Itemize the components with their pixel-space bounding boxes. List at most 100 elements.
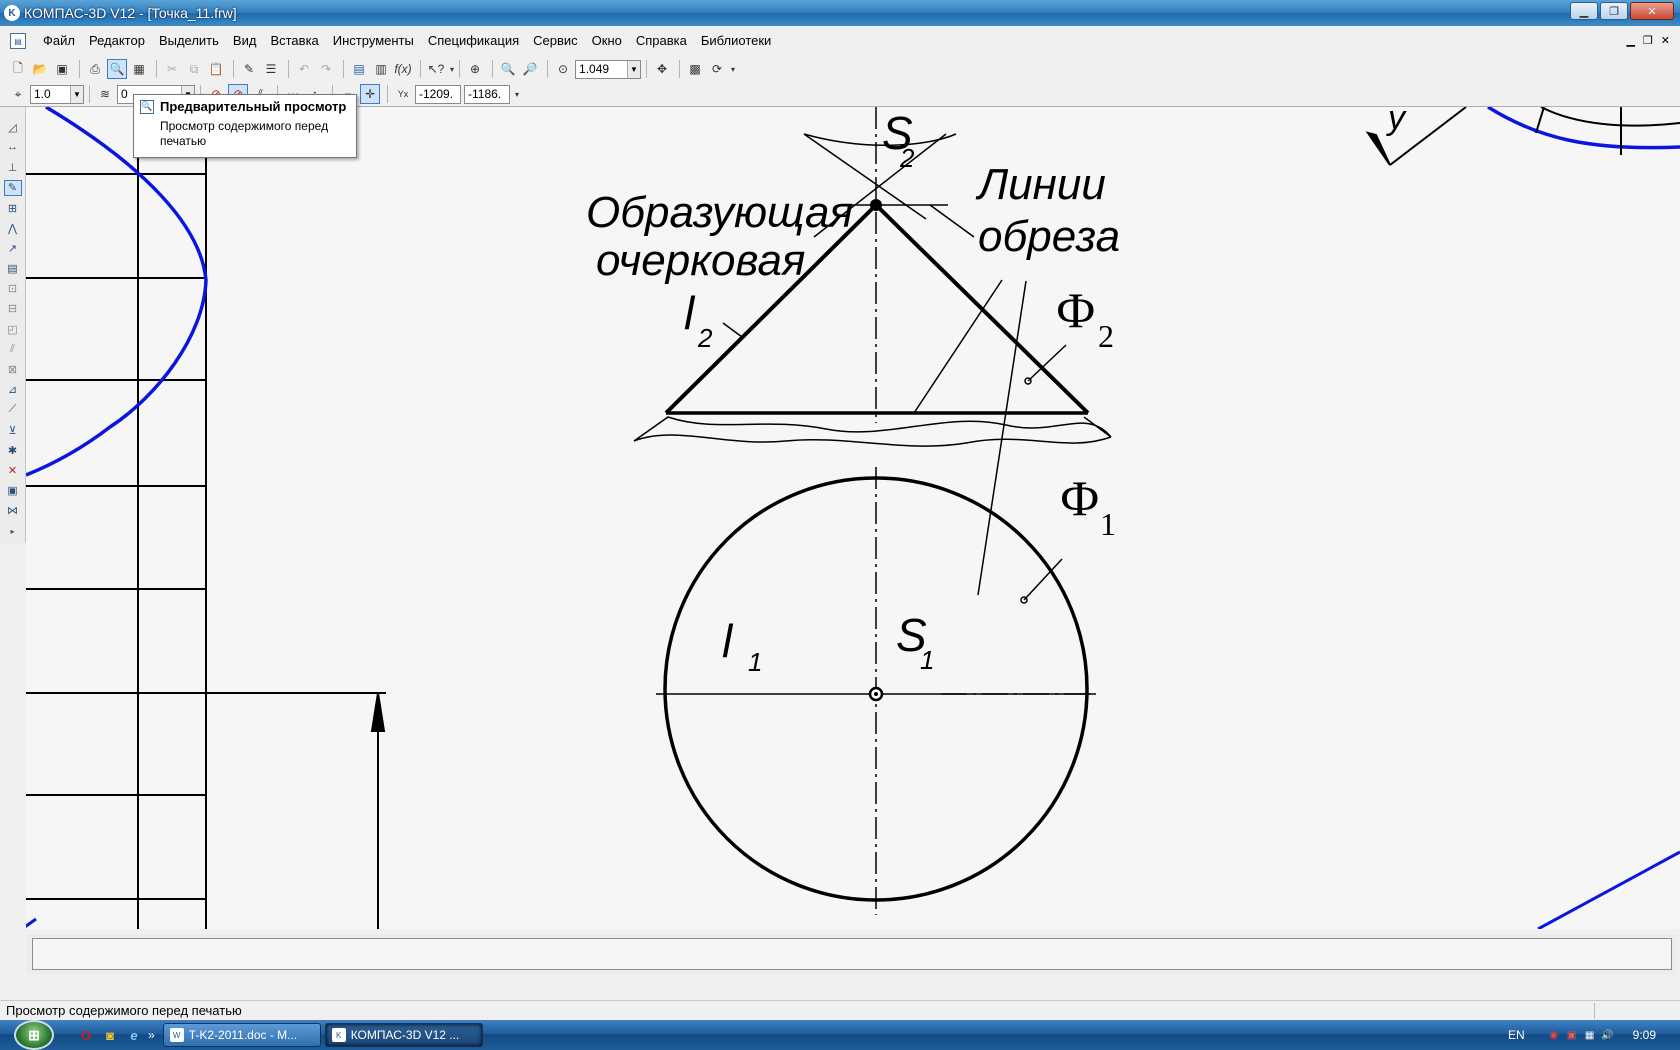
chevron-down-icon[interactable]: ▼ <box>627 60 641 78</box>
command-line-field[interactable] <box>32 938 1672 970</box>
cut-lines-label: Линии <box>975 160 1106 209</box>
refresh-icon[interactable]: ⟳ <box>707 59 727 79</box>
tool-3-icon[interactable]: ◰ <box>4 321 22 337</box>
start-button[interactable]: ⊞ <box>14 1020 54 1050</box>
maximize-button[interactable]: ❐ <box>1600 2 1628 20</box>
close-button[interactable]: ✕ <box>1630 2 1674 20</box>
print-icon[interactable]: ⎙ <box>85 59 105 79</box>
tool-10-icon[interactable]: ✕ <box>4 462 22 478</box>
clock[interactable]: 9:09 <box>1633 1028 1656 1042</box>
copy-icon[interactable]: ⧉ <box>184 59 204 79</box>
library-icon[interactable]: ▥ <box>371 59 391 79</box>
generatrix-label-2: очерковая <box>596 236 805 285</box>
pan-icon[interactable]: ✥ <box>652 59 672 79</box>
security-tray-icon[interactable]: ▣ <box>1565 1028 1579 1042</box>
document-icon[interactable]: ▤ <box>10 33 26 49</box>
coord-y-field[interactable]: -1186. <box>464 84 510 104</box>
save-icon[interactable]: ▣ <box>52 59 72 79</box>
minimize-button[interactable]: ▁ <box>1570 2 1598 20</box>
windows-taskbar: ⊞ O ◙ e » W T-K2-2011.doc - M... K КОМПА… <box>0 1020 1680 1050</box>
dimensions-icon[interactable]: ↔ <box>4 139 22 155</box>
cursor-coordinates-icon[interactable]: ✛ <box>360 84 380 104</box>
network-tray-icon[interactable]: ▦ <box>1583 1028 1597 1042</box>
tool-1-icon[interactable]: ⊡ <box>4 281 22 297</box>
chevron-down-icon[interactable]: ▼ <box>70 85 83 103</box>
paste-icon[interactable]: 📋 <box>206 59 226 79</box>
layers-icon[interactable]: ≋ <box>95 84 115 104</box>
menu-select[interactable]: Выделить <box>152 30 226 52</box>
parametrization-icon[interactable]: ⊞ <box>4 200 22 216</box>
cut-icon[interactable]: ✂ <box>162 59 182 79</box>
help-pointer-icon[interactable]: ↖? <box>426 59 446 79</box>
print-preview-icon[interactable]: 🔍 <box>107 59 127 79</box>
title-bar[interactable]: K КОМПАС-3D V12 - [Точка_11.frw] ▁ ❐ ✕ <box>0 0 1680 26</box>
tooltip-title: Предварительный просмотр <box>160 99 347 114</box>
redo-icon[interactable]: ↷ <box>316 59 336 79</box>
quicklaunch-app-icon[interactable]: ◙ <box>100 1025 120 1045</box>
toolbar-overflow-icon[interactable]: ▾ <box>450 65 454 74</box>
tool-7-icon[interactable]: ⟋ <box>4 402 22 418</box>
page-setup-icon[interactable]: ▦ <box>129 59 149 79</box>
toolbar-overflow-icon-2[interactable]: ▾ <box>731 65 735 74</box>
coordinates-icon[interactable]: Yx <box>393 84 413 104</box>
doc-close-button[interactable]: ✕ <box>1661 34 1670 47</box>
volume-tray-icon[interactable]: 🔊 <box>1601 1028 1615 1042</box>
menu-bar: ▤ Файл Редактор Выделить Вид Вставка Инс… <box>0 26 1680 56</box>
variables-icon[interactable]: f(x) <box>393 59 413 79</box>
menu-service[interactable]: Сервис <box>526 30 585 52</box>
menu-tools[interactable]: Инструменты <box>326 30 421 52</box>
menu-editor[interactable]: Редактор <box>82 30 152 52</box>
select-icon[interactable]: ↗ <box>4 240 22 256</box>
language-indicator[interactable]: EN <box>1508 1028 1525 1042</box>
internet-explorer-icon[interactable]: e <box>124 1025 144 1045</box>
spec-icon[interactable]: ▤ <box>4 261 22 277</box>
step-combo[interactable]: 1.0 ▼ <box>30 84 84 104</box>
tool-9-icon[interactable]: ✱ <box>4 442 22 458</box>
quicklaunch-overflow-icon[interactable]: » <box>148 1028 155 1042</box>
menu-view[interactable]: Вид <box>226 30 264 52</box>
toolbar-overflow-icon-3[interactable]: ▾ <box>515 90 519 99</box>
properties-icon[interactable]: ☰ <box>261 59 281 79</box>
menu-libraries[interactable]: Библиотеки <box>694 30 778 52</box>
measure-icon[interactable]: ⋀ <box>4 220 22 236</box>
document-window-controls: ▁ ❐ ✕ <box>1626 34 1670 47</box>
zoom-out-icon[interactable]: 🔎 <box>520 59 540 79</box>
opera-tray-icon[interactable]: ◉ <box>1547 1028 1561 1042</box>
zoom-window-icon[interactable]: ⊕ <box>465 59 485 79</box>
step-icon[interactable]: ⌖ <box>8 84 28 104</box>
undo-icon[interactable]: ↶ <box>294 59 314 79</box>
tool-2-icon[interactable]: ⊟ <box>4 301 22 317</box>
coord-x-field[interactable]: -1209. <box>415 84 461 104</box>
menu-file[interactable]: Файл <box>36 30 82 52</box>
zoom-scale-icon[interactable]: ⊙ <box>553 59 573 79</box>
menu-help[interactable]: Справка <box>629 30 694 52</box>
zoom-in-icon[interactable]: 🔍 <box>498 59 518 79</box>
tool-12-icon[interactable]: ⋈ <box>4 503 22 519</box>
zoom-combo[interactable]: 1.049 ▼ <box>575 59 642 79</box>
task-word-document[interactable]: W T-K2-2011.doc - M... <box>162 1023 321 1047</box>
doc-minimize-button[interactable]: ▁ <box>1626 34 1634 47</box>
doc-restore-button[interactable]: ❐ <box>1643 34 1653 47</box>
open-icon[interactable]: 📂 <box>30 59 50 79</box>
tool-11-icon[interactable]: ▣ <box>4 483 22 499</box>
left-grid <box>26 107 386 929</box>
regenerate-icon[interactable]: ▩ <box>685 59 705 79</box>
menu-specification[interactable]: Спецификация <box>421 30 526 52</box>
new-document-icon[interactable]: 🗋 <box>8 59 28 79</box>
designation-icon[interactable]: ⊥ <box>4 159 22 175</box>
expand-panel-icon[interactable]: ▸ <box>4 523 22 539</box>
format-brush-icon[interactable]: ✎ <box>239 59 259 79</box>
menu-insert[interactable]: Вставка <box>263 30 325 52</box>
opera-icon[interactable]: O <box>76 1025 96 1045</box>
l1-label: l <box>722 615 734 667</box>
tool-6-icon[interactable]: ⊿ <box>4 382 22 398</box>
tool-4-icon[interactable]: ⫽ <box>4 341 22 357</box>
menu-window[interactable]: Окно <box>585 30 629 52</box>
manager-icon[interactable]: ▤ <box>349 59 369 79</box>
editing-icon[interactable]: ✎ <box>3 179 22 196</box>
tool-8-icon[interactable]: ⊻ <box>4 422 22 438</box>
tool-5-icon[interactable]: ⊠ <box>4 361 22 377</box>
task-kompas[interactable]: K КОМПАС-3D V12 ... <box>324 1023 483 1047</box>
drawing-canvas[interactable]: y Образующая очерковая l 2 S 2 Линии обр… <box>26 107 1680 929</box>
geometry-icon[interactable]: ◿ <box>4 119 22 135</box>
